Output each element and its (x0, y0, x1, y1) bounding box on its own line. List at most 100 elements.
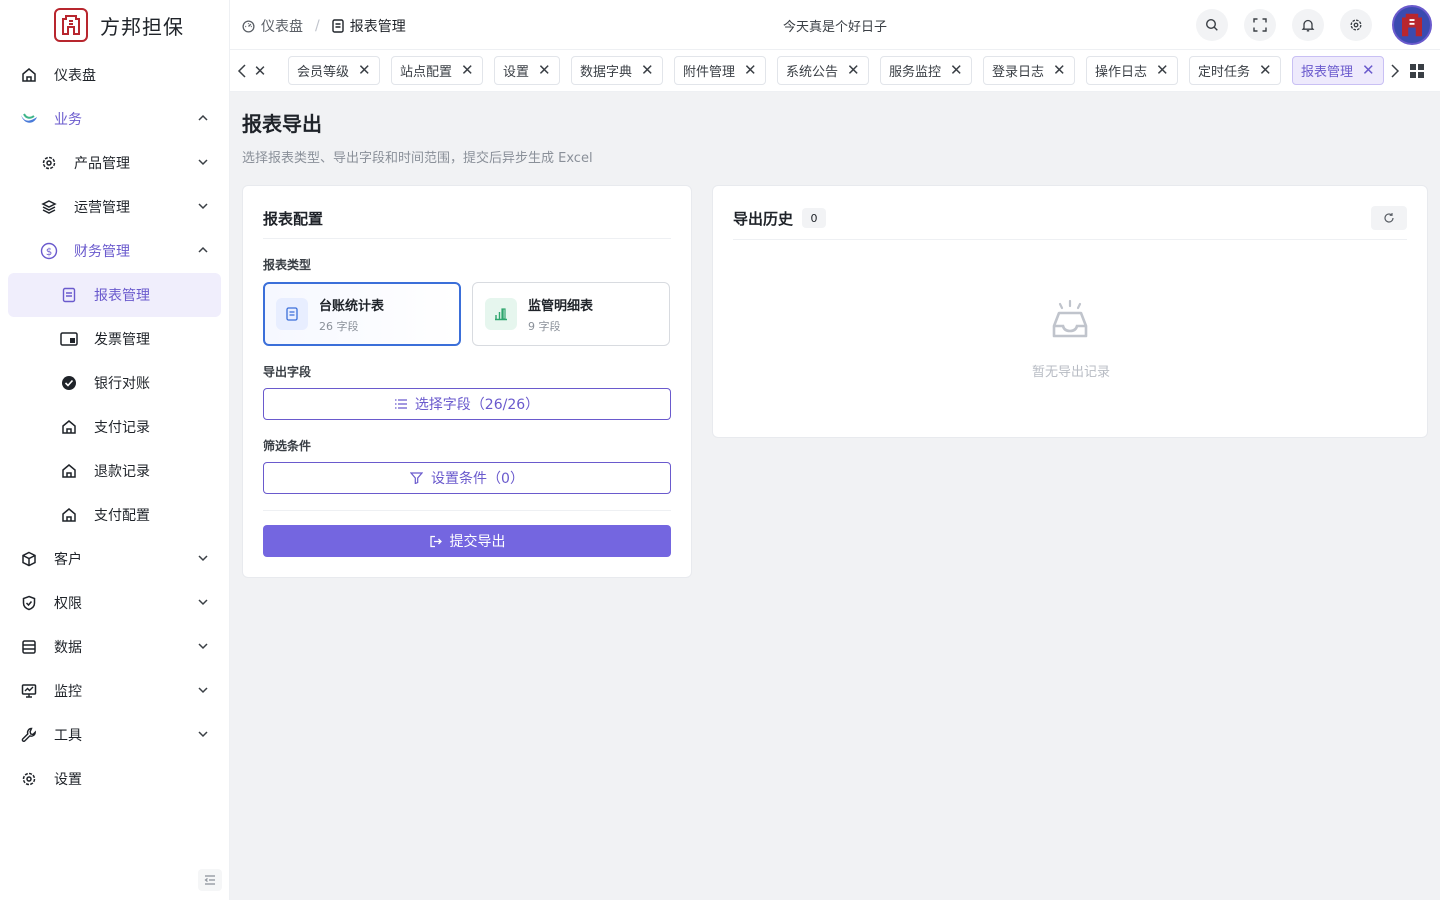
tab-site-config[interactable]: 站点配置 ✕ (391, 56, 483, 85)
report-type-name: 监管明细表 (528, 298, 594, 314)
document-icon (60, 286, 78, 304)
report-config-card: 报表配置 报表类型 台账统计表 26 字段 监管明细表 9 字段 导出字段 选择… (242, 185, 692, 578)
tab-announcements[interactable]: 系统公告 ✕ (777, 56, 869, 85)
tab-label: 报表管理 (1301, 65, 1354, 80)
close-icon[interactable]: ✕ (744, 63, 757, 78)
sidebar-item-label: 报表管理 (94, 288, 150, 304)
fullscreen-button[interactable] (1244, 9, 1276, 41)
tab-operation-log[interactable]: 操作日志 ✕ (1086, 56, 1178, 85)
sidebar-item-label: 运营管理 (74, 200, 130, 216)
page-subtitle: 选择报表类型、导出字段和时间范围，提交后异步生成 Excel (242, 151, 593, 166)
empty-state-text: 暂无导出记录 (1031, 365, 1110, 380)
document-icon (332, 19, 344, 33)
select-fields-button[interactable]: 选择字段（26/26） (263, 388, 671, 420)
tabs-scroll-left[interactable] (234, 63, 250, 79)
shield-icon (20, 594, 38, 612)
sidebar-item-payment-config[interactable]: 支付配置 (0, 493, 229, 537)
dollar-icon: $ (40, 242, 58, 260)
wrench-icon (20, 726, 38, 744)
sidebar-item-label: 银行对账 (94, 376, 150, 392)
tab-scheduled-tasks[interactable]: 定时任务 ✕ (1189, 56, 1281, 85)
bell-icon (1301, 19, 1315, 32)
sidebar-item-refunds[interactable]: 退款记录 (0, 449, 229, 493)
logo[interactable]: 方邦担保 (0, 0, 229, 50)
sidebar-item-bank-reconcile[interactable]: 银行对账 (0, 361, 229, 405)
sidebar-collapse-button[interactable] (198, 869, 222, 891)
close-icon[interactable]: ✕ (358, 63, 371, 78)
gear-icon (1350, 19, 1362, 31)
document-icon (276, 298, 308, 330)
sidebar-item-settings[interactable]: 设置 (0, 757, 229, 801)
report-type-ledger[interactable]: 台账统计表 26 字段 (263, 282, 461, 346)
settings-button[interactable] (1340, 9, 1372, 41)
tab-member-level[interactable]: 会员等级 ✕ (288, 56, 380, 85)
sidebar-item-payments[interactable]: 支付记录 (0, 405, 229, 449)
sidebar-item-label: 权限 (54, 596, 82, 612)
home-icon (60, 418, 78, 436)
tab-data-dictionary[interactable]: 数据字典 ✕ (571, 56, 663, 85)
report-type-supervision[interactable]: 监管明细表 9 字段 (472, 282, 670, 346)
sidebar-item-monitor[interactable]: 监控 (0, 669, 229, 713)
bar-chart-icon (485, 298, 517, 330)
layers-icon (40, 198, 58, 216)
submit-export-button[interactable]: 提交导出 (263, 525, 671, 557)
tab-label: 设置 (503, 65, 530, 80)
sidebar-item-data[interactable]: 数据 (0, 625, 229, 669)
tab-login-log[interactable]: 登录日志 ✕ (983, 56, 1075, 85)
close-icon[interactable]: ✕ (1053, 63, 1066, 78)
close-icon[interactable]: ✕ (847, 63, 860, 78)
report-type-label: 报表类型 (263, 258, 312, 272)
sidebar-item-label: 支付记录 (94, 420, 150, 436)
sidebar-menu: 仪表盘 业务 产品管理 运营管理 $ 财务管理 报表管理 发票管理 银行对账 支… (0, 50, 229, 801)
sidebar-item-finance[interactable]: $ 财务管理 (0, 229, 229, 273)
close-icon[interactable]: ✕ (641, 63, 654, 78)
search-button[interactable] (1196, 9, 1228, 41)
close-icon[interactable]: ✕ (1362, 63, 1375, 78)
divider (263, 238, 671, 239)
svg-text:$: $ (46, 247, 52, 258)
tab-label: 站点配置 (400, 65, 453, 80)
breadcrumb-item-current: 报表管理 (349, 19, 406, 35)
sidebar-item-label: 业务 (54, 112, 82, 128)
sidebar-item-product[interactable]: 产品管理 (0, 141, 229, 185)
filter-label: 筛选条件 (263, 439, 312, 453)
tab-settings[interactable]: 设置 ✕ (494, 56, 560, 85)
close-icon[interactable]: ✕ (1156, 63, 1169, 78)
chevron-down-icon (197, 156, 209, 168)
sidebar-item-report-management[interactable]: 报表管理 (8, 273, 221, 317)
tabs-menu-button[interactable] (1410, 64, 1424, 78)
chevron-down-icon (197, 200, 209, 212)
header-motto: 今天真是个好日子 (783, 20, 888, 35)
tab-bar: ✕ 会员等级 ✕ 站点配置 ✕ 设置 ✕ 数据字典 ✕ 附件管理 ✕ 系统公告 ✕ 服务监控… (230, 50, 1440, 92)
sidebar-item-operations[interactable]: 运营管理 (0, 185, 229, 229)
sidebar-item-tools[interactable]: 工具 (0, 713, 229, 757)
refresh-button[interactable] (1371, 206, 1407, 230)
set-filter-button[interactable]: 设置条件（0） (263, 462, 671, 494)
list-icon (394, 399, 407, 409)
close-icon[interactable]: ✕ (1259, 63, 1272, 78)
sidebar-item-customers[interactable]: 客户 (0, 537, 229, 581)
logo-badge-icon (54, 8, 88, 42)
tab-report-management[interactable]: 报表管理 ✕ (1292, 56, 1384, 85)
sidebar-item-label: 监控 (54, 684, 82, 700)
avatar[interactable] (1392, 5, 1432, 45)
sidebar-item-label: 客户 (54, 552, 82, 568)
check-circle-icon (60, 374, 78, 392)
tab-service-monitor[interactable]: 服务监控 ✕ (880, 56, 972, 85)
sidebar: 方邦担保 仪表盘 业务 产品管理 运营管理 $ 财务管理 报表管理 发票管理 银… (0, 0, 230, 900)
report-type-field-count: 26 字段 (319, 319, 359, 333)
close-icon[interactable]: ✕ (461, 63, 474, 78)
tab-close-partial[interactable]: ✕ (252, 62, 268, 80)
sidebar-item-business[interactable]: 业务 (0, 97, 229, 141)
tab-attachments[interactable]: 附件管理 ✕ (674, 56, 766, 85)
sidebar-item-permissions[interactable]: 权限 (0, 581, 229, 625)
chevron-up-icon (197, 112, 209, 124)
sidebar-item-dashboard[interactable]: 仪表盘 (0, 53, 229, 97)
sidebar-item-invoice[interactable]: 发票管理 (0, 317, 229, 361)
breadcrumb-item-dashboard[interactable]: 仪表盘 (261, 16, 303, 36)
tabs-scroll-right[interactable] (1387, 63, 1403, 79)
close-icon[interactable]: ✕ (538, 63, 551, 78)
notification-button[interactable] (1292, 9, 1324, 41)
app-name: 方邦担保 (100, 14, 184, 39)
close-icon[interactable]: ✕ (950, 63, 963, 78)
